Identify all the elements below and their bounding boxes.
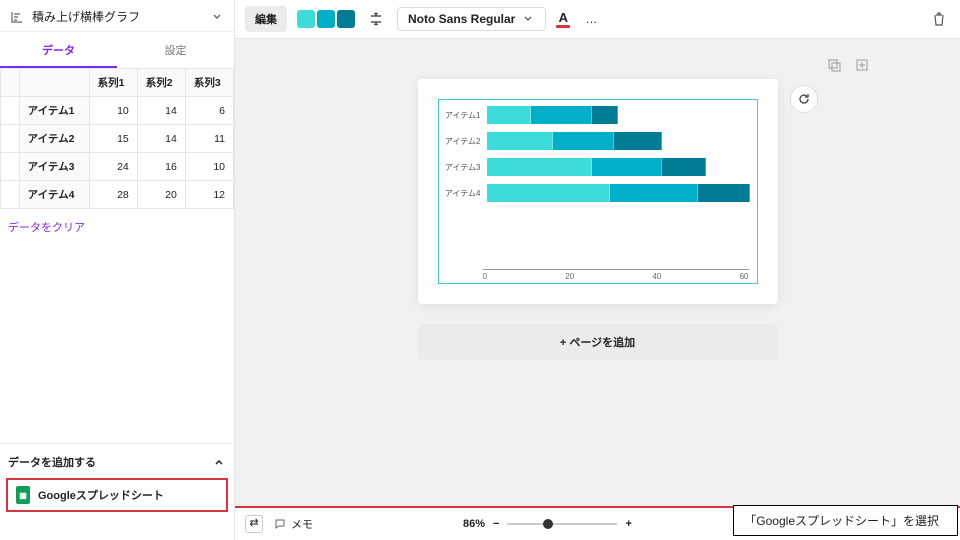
tab-data[interactable]: データ <box>0 32 117 68</box>
notes-button[interactable]: メモ <box>273 516 313 532</box>
cell[interactable]: 6 <box>185 97 233 125</box>
tab-settings[interactable]: 設定 <box>117 32 234 68</box>
google-sheets-button[interactable]: ▦ Googleスプレッドシート <box>6 478 228 512</box>
slider-thumb[interactable] <box>543 519 553 529</box>
cell[interactable]: 20 <box>137 181 185 209</box>
edit-button[interactable]: 編集 <box>245 6 287 32</box>
notes-label: メモ <box>291 516 313 532</box>
more-button[interactable]: … <box>580 8 602 30</box>
data-table[interactable]: 系列1 系列2 系列3 アイテム110146アイテム2151411アイテム324… <box>0 68 234 209</box>
sidebar-tabs: データ 設定 <box>0 32 234 68</box>
cell[interactable]: 10 <box>185 153 233 181</box>
x-axis: 0 20 40 60 <box>483 269 749 281</box>
text-color-bar <box>556 25 570 28</box>
category-label: アイテム2 <box>445 136 481 147</box>
chart-type-label: 積み上げ横棒グラフ <box>32 8 140 25</box>
zoom-slider[interactable] <box>507 523 617 525</box>
x-tick: 20 <box>565 272 574 281</box>
delete-button[interactable] <box>928 8 950 30</box>
zoom-value: 86% <box>463 518 485 530</box>
table-row[interactable]: アイテム4282012 <box>1 181 234 209</box>
text-color-button[interactable]: A <box>556 10 570 28</box>
cell[interactable]: 15 <box>89 125 137 153</box>
row-label[interactable]: アイテム4 <box>19 181 89 209</box>
canvas-area[interactable]: アイテム1 アイテム2 アイテム3 アイテム4 0 20 40 60 + ページを追加 <box>235 39 960 400</box>
row-label[interactable]: アイテム3 <box>19 153 89 181</box>
color-swatch[interactable] <box>297 10 315 28</box>
x-tick: 40 <box>652 272 661 281</box>
cell[interactable]: 28 <box>89 181 137 209</box>
color-swatch[interactable] <box>337 10 355 28</box>
notes-toggle-icon[interactable]: ⇄ <box>245 515 263 533</box>
category-label: アイテム3 <box>445 162 481 173</box>
cell[interactable]: 16 <box>137 153 185 181</box>
chart[interactable]: アイテム1 アイテム2 アイテム3 アイテム4 0 20 40 60 <box>438 99 758 284</box>
table-row[interactable]: アイテム110146 <box>1 97 234 125</box>
col-header[interactable]: 系列2 <box>137 69 185 97</box>
x-tick: 60 <box>740 272 749 281</box>
text-a-icon: A <box>559 10 568 25</box>
refresh-button[interactable] <box>790 85 818 113</box>
table-row[interactable]: アイテム2151411 <box>1 125 234 153</box>
top-toolbar: 編集 Noto Sans Regular A … <box>235 0 960 39</box>
table-row[interactable]: アイテム3241610 <box>1 153 234 181</box>
google-sheets-icon: ▦ <box>16 486 30 504</box>
add-data-label: データを追加する <box>8 454 96 470</box>
chart-type-selector[interactable]: 積み上げ横棒グラフ <box>0 0 234 32</box>
page-actions <box>826 57 870 73</box>
clear-data-link[interactable]: データをクリア <box>0 209 234 245</box>
chart-bar-row: アイテム4 <box>445 184 751 202</box>
x-tick: 0 <box>483 272 487 281</box>
chart-bar-row: アイテム1 <box>445 106 751 124</box>
font-picker[interactable]: Noto Sans Regular <box>397 7 546 31</box>
spacing-icon[interactable] <box>365 8 387 30</box>
main-area: 編集 Noto Sans Regular A … <box>235 0 960 540</box>
page[interactable]: アイテム1 アイテム2 アイテム3 アイテム4 0 20 40 60 <box>418 79 778 304</box>
cell[interactable]: 12 <box>185 181 233 209</box>
annotation-callout: 「Googleスプレッドシート」を選択 <box>733 505 958 536</box>
sidebar: 積み上げ横棒グラフ データ 設定 系列1 系列2 系列3 アイテム110146ア… <box>0 0 235 540</box>
chevron-down-icon <box>521 12 535 26</box>
col-header[interactable]: 系列3 <box>185 69 233 97</box>
chevron-up-icon <box>212 455 226 469</box>
cell[interactable]: 14 <box>137 125 185 153</box>
chart-bar-row: アイテム2 <box>445 132 751 150</box>
add-data-header[interactable]: データを追加する <box>0 443 234 476</box>
cell[interactable]: 11 <box>185 125 233 153</box>
cell[interactable]: 14 <box>137 97 185 125</box>
duplicate-page-icon[interactable] <box>826 57 842 73</box>
cell[interactable]: 10 <box>89 97 137 125</box>
google-sheets-label: Googleスプレッドシート <box>38 487 164 503</box>
add-page-button[interactable]: + ページを追加 <box>418 324 778 360</box>
category-label: アイテム1 <box>445 110 481 121</box>
zoom-control[interactable]: 86% − + <box>463 518 632 530</box>
color-swatches <box>297 10 355 28</box>
row-label[interactable]: アイテム1 <box>19 97 89 125</box>
bar-chart-icon <box>10 10 24 24</box>
color-swatch[interactable] <box>317 10 335 28</box>
category-label: アイテム4 <box>445 188 481 199</box>
cell[interactable]: 24 <box>89 153 137 181</box>
font-label: Noto Sans Regular <box>408 12 515 26</box>
row-label[interactable]: アイテム2 <box>19 125 89 153</box>
col-header[interactable]: 系列1 <box>89 69 137 97</box>
chart-bar-row: アイテム3 <box>445 158 751 176</box>
add-page-icon[interactable] <box>854 57 870 73</box>
chevron-down-icon <box>210 10 224 24</box>
